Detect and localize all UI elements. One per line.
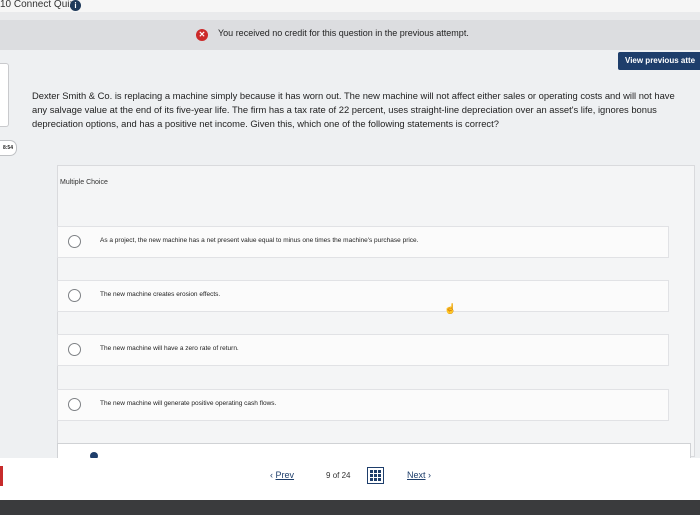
chevron-right-icon: › [428,470,432,480]
credit-notice: ✕ You received no credit for this questi… [0,20,700,51]
answer-option-text: The new machine creates erosion effects. [100,291,221,298]
page-total: 24 [341,471,351,480]
answer-option[interactable]: As a project, the new machine has a net … [57,226,669,258]
answer-option[interactable]: The new machine will have a zero rate of… [57,334,669,366]
radio-button[interactable] [68,235,81,248]
question-text: Dexter Smith & Co. is replacing a machin… [32,90,675,129]
timer-badge: 8:54 [0,140,17,156]
next-label: Next [407,470,426,480]
radio-button[interactable] [68,289,81,302]
next-button[interactable]: Next › [407,470,431,480]
notice-message: You received no credit for this question… [218,28,469,38]
page-current: 9 [326,471,331,480]
answer-option-text: The new machine will have a zero rate of… [100,345,239,352]
prev-label: Prev [275,470,295,480]
answer-option-text: The new machine will generate positive o… [100,400,277,407]
chevron-left-icon: ‹ [270,470,273,480]
view-previous-attempt-button[interactable]: View previous atte [618,52,700,70]
grid-icon[interactable] [367,467,384,484]
side-tab[interactable] [0,63,9,127]
answer-option[interactable]: The new machine creates erosion effects. [57,280,669,312]
app-title: 10 Connect Quiz [0,0,75,10]
top-bar: 10 Connect Quiz i [0,0,700,12]
x-circle-icon: ✕ [196,29,208,41]
next-section-box [57,443,691,458]
radio-button[interactable] [68,398,81,411]
page-indicator: 9 of 24 [326,471,351,480]
info-icon[interactable]: i [70,0,81,11]
page-of: of [332,471,340,480]
pointer-cursor-icon: ☝ [444,304,457,315]
bottom-edge [0,500,700,515]
multiple-choice-label: Multiple Choice [60,179,108,186]
prev-button[interactable]: ‹ Prev [270,470,294,480]
answer-option-text: As a project, the new machine has a net … [100,237,419,244]
radio-button[interactable] [68,343,81,356]
answer-option[interactable]: The new machine will generate positive o… [57,389,669,421]
status-marker [0,466,3,486]
